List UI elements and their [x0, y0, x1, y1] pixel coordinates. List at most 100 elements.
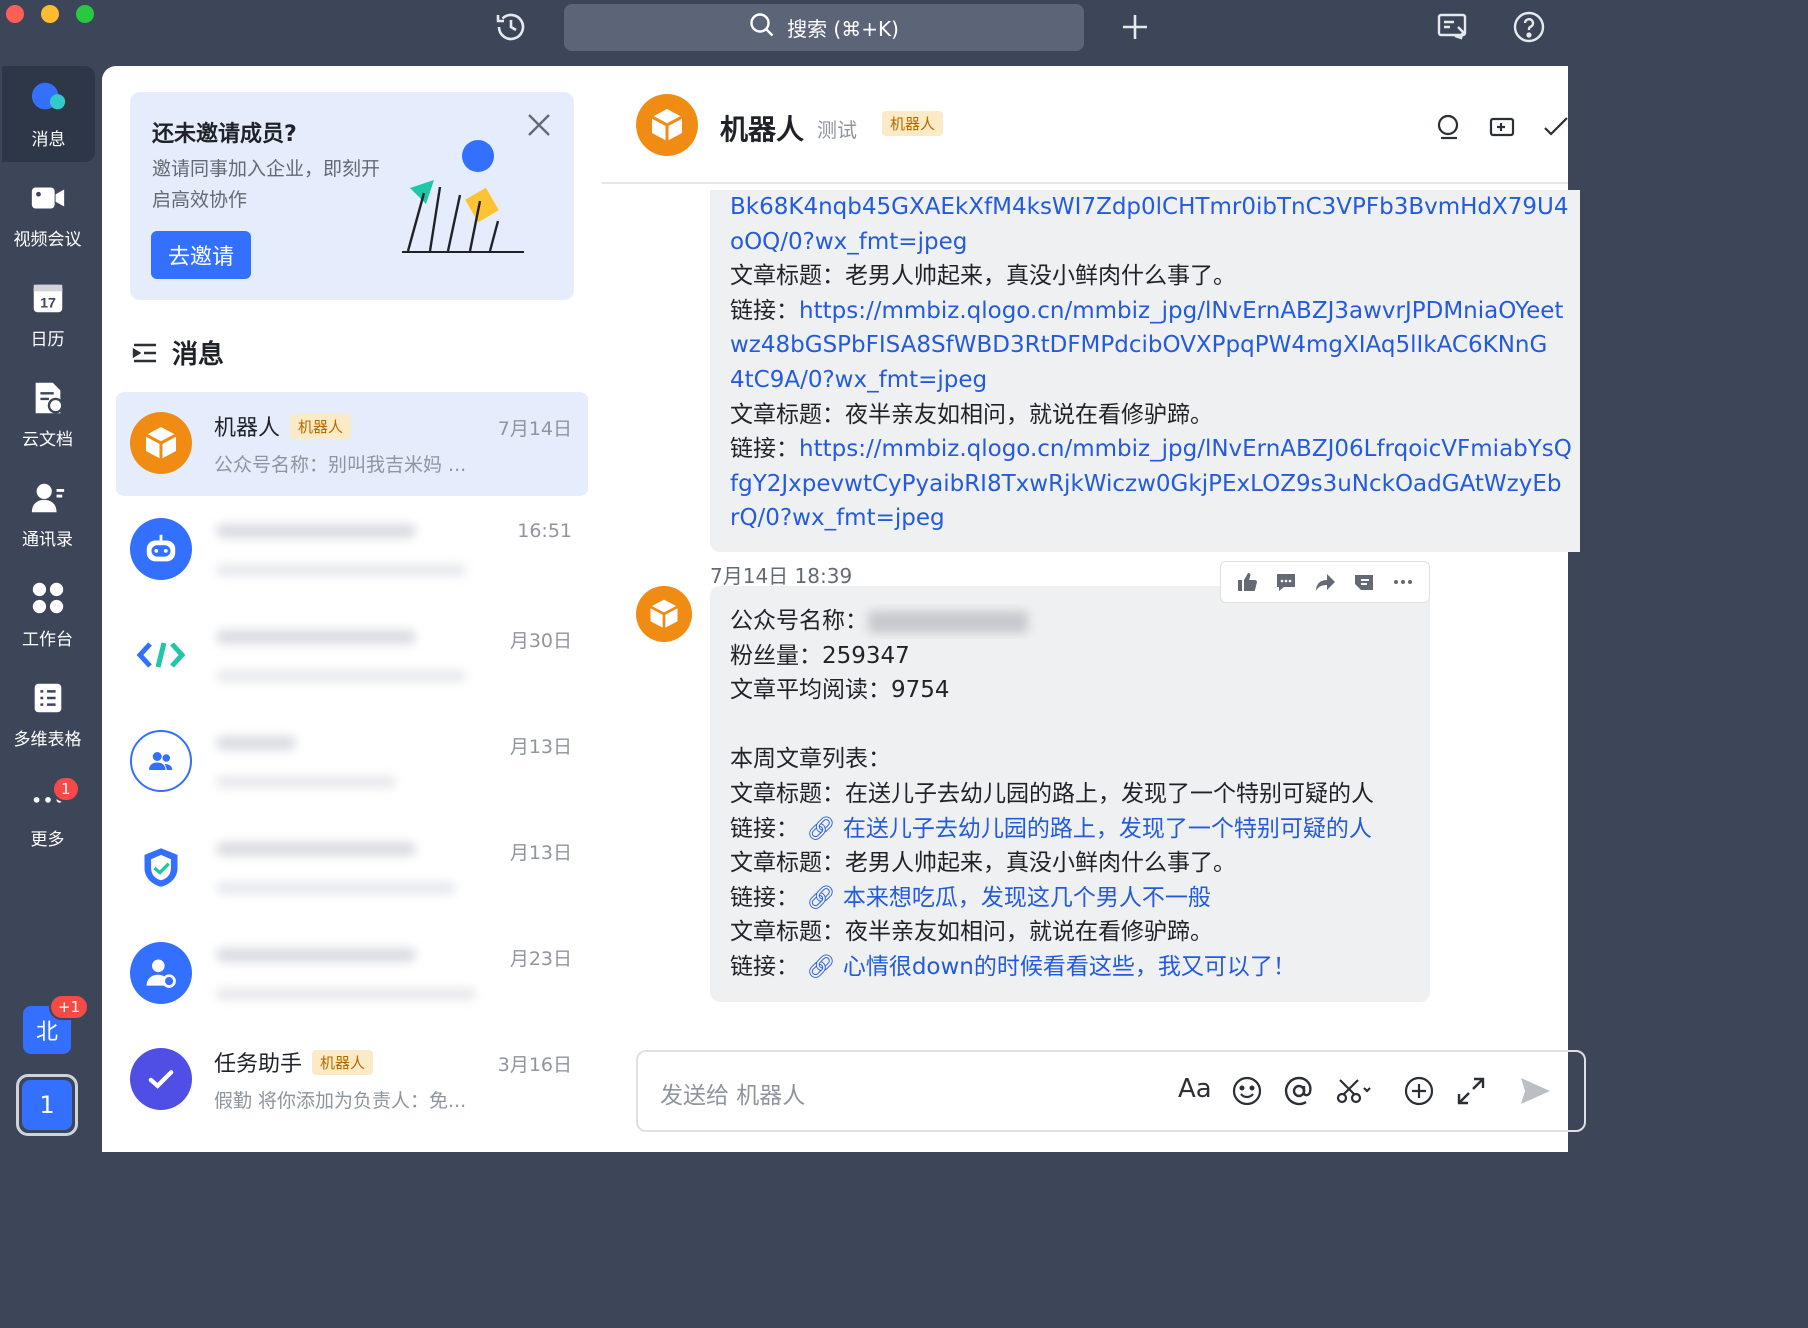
conversation-time: 月30日	[509, 630, 572, 652]
robot-avatar	[130, 518, 192, 580]
emoji-icon[interactable]	[1230, 1074, 1264, 1108]
messages-title: 消息	[172, 340, 225, 370]
group-avatar	[130, 730, 192, 792]
invite-illustration	[402, 140, 524, 253]
message-link[interactable]: Bk68K4nqb45GXAEkXfM4ksWI7Zdp0lCHTmr0ibTn…	[730, 190, 1580, 225]
nav-more[interactable]: 更多 1	[0, 766, 95, 862]
done-icon[interactable]	[1542, 112, 1572, 142]
message-text: 链接：	[730, 884, 799, 911]
link-icon: 🔗︎	[799, 815, 843, 842]
screen-share-icon[interactable]	[1436, 10, 1470, 44]
plus-icon[interactable]	[1118, 10, 1152, 44]
help-icon[interactable]	[1512, 10, 1546, 44]
conversation-item[interactable]: 机器人 机器人 7月14日 公众号名称：别叫我吉米妈 ...	[116, 392, 588, 496]
conversation-item[interactable]: 月23日	[116, 922, 588, 1026]
nav-contacts[interactable]: 通讯录	[0, 466, 95, 562]
video-camera-icon	[31, 187, 64, 208]
conversation-name: 任务助手	[214, 1052, 303, 1077]
blurred-name	[216, 948, 416, 962]
nav-video-meeting[interactable]: 视频会议	[0, 166, 95, 262]
minimize-window-button[interactable]	[41, 5, 59, 23]
article-link[interactable]: 心情很down的时候看看这些，我又可以了！	[843, 954, 1296, 980]
chat-subtitle: 测试	[817, 118, 857, 142]
forward-icon[interactable]	[1314, 571, 1336, 593]
message-link[interactable]: rQ/0?wx_fmt=jpeg	[730, 501, 1580, 536]
conversation-item[interactable]: 任务助手 机器人 3月16日 假勤 将你添加为负责人：免...	[116, 1028, 588, 1132]
nav-workspace[interactable]: 工作台	[0, 566, 95, 662]
conversation-time: 7月14日	[497, 418, 572, 440]
blurred-preview	[216, 988, 476, 1000]
conversation-item[interactable]: 月13日	[116, 710, 588, 814]
mention-icon[interactable]	[1282, 1074, 1316, 1108]
table-icon	[34, 683, 61, 712]
invite-banner: 还未邀请成员? 邀请同事加入企业，即刻开启高效协作 去邀请	[130, 92, 574, 300]
message-hover-toolbar	[1220, 561, 1430, 603]
message-input-box[interactable]: 发送给 机器人 Aa	[636, 1050, 1586, 1132]
group-icon	[149, 752, 173, 770]
message-link[interactable]: oOQ/0?wx_fmt=jpeg	[730, 225, 1580, 260]
more-icon[interactable]	[1392, 571, 1414, 593]
messages-section-header: 消息	[132, 334, 224, 371]
bot-tag: 机器人	[882, 111, 944, 136]
nav-label: 工作台	[22, 629, 73, 650]
article-link[interactable]: 在送儿子去幼儿园的路上，发现了一个特别可疑的人	[843, 816, 1372, 842]
message-link[interactable]: https://mmbiz.qlogo.cn/mmbiz_jpg/lNvErnA…	[799, 436, 1572, 462]
message-text: 文章标题：夜半亲友如相问，就说在看修驴蹄。	[730, 401, 1213, 428]
expand-icon[interactable]	[1454, 1074, 1488, 1108]
task-avatar	[130, 1048, 192, 1110]
link-icon: 🔗︎	[799, 953, 843, 980]
pin-icon[interactable]	[1353, 571, 1375, 593]
left-navigation: 消息 视频会议 17 日历 云文档 通讯录 工作台 多维表格 更多 1 北 +1…	[0, 66, 102, 1152]
message-timestamp: 7月14日 18:39	[710, 564, 853, 588]
nav-cloud-docs[interactable]: 云文档	[0, 366, 95, 462]
cloud-doc-icon	[35, 382, 63, 413]
conversation-time: 月23日	[509, 948, 572, 970]
blurred-name	[216, 842, 416, 856]
chat-avatar[interactable]	[636, 94, 698, 156]
message-avatar[interactable]	[636, 586, 692, 642]
thumbs-up-icon[interactable]	[1236, 571, 1258, 593]
message-text: 链接：	[730, 297, 799, 324]
org-avatar[interactable]: 北 +1	[23, 994, 90, 1054]
screenshot-icon[interactable]	[1334, 1074, 1371, 1108]
message-link[interactable]: 4tC9A/0?wx_fmt=jpeg	[730, 363, 1580, 398]
text-format-icon[interactable]: Aa	[1178, 1074, 1212, 1108]
shield-icon	[144, 848, 178, 887]
chat-title: 机器人	[720, 113, 805, 146]
maximize-window-button[interactable]	[76, 5, 94, 23]
message-link[interactable]: https://mmbiz.qlogo.cn/mmbiz_jpg/lNvErnA…	[799, 298, 1563, 324]
message-text: 粉丝量：259347	[730, 642, 910, 669]
nav-bitable[interactable]: 多维表格	[0, 666, 95, 762]
message-text: 公众号名称：	[730, 608, 868, 634]
message-text: 文章标题：夜半亲友如相问，就说在看修驴蹄。	[730, 919, 1213, 946]
conversation-item[interactable]: 月30日	[116, 604, 588, 708]
close-icon[interactable]	[526, 112, 552, 138]
invite-button[interactable]: 去邀请	[151, 231, 251, 279]
message-text: 文章标题：老男人帅起来，真没小鲜肉什么事了。	[730, 263, 1236, 290]
list-collapse-icon[interactable]	[132, 340, 158, 366]
reply-icon[interactable]	[1275, 571, 1297, 593]
nav-calendar[interactable]: 17 日历	[0, 266, 95, 362]
nav-messages[interactable]: 消息	[2, 66, 95, 162]
conversation-time: 3月16日	[497, 1054, 572, 1076]
message-text: 文章平均阅读：9754	[730, 677, 950, 704]
link-icon: 🔗︎	[799, 884, 843, 911]
blurred-name	[216, 736, 296, 750]
add-tab-icon[interactable]	[1488, 112, 1518, 142]
add-icon[interactable]	[1402, 1074, 1436, 1108]
admin-avatar	[130, 942, 192, 1004]
message-text: 链接：	[730, 436, 799, 463]
article-link[interactable]: 本来想吃瓜，发现这几个男人不一般	[843, 885, 1211, 911]
conversation-item[interactable]: 月13日	[116, 816, 588, 920]
history-icon[interactable]	[494, 10, 528, 44]
close-window-button[interactable]	[6, 5, 24, 23]
box-icon	[651, 109, 683, 141]
global-search-box[interactable]: 搜索 (⌘+K)	[564, 4, 1084, 51]
conversation-item[interactable]: 16:51	[116, 498, 588, 602]
message-link[interactable]: wz48bGSPbFISA8SfWBD3RtDFMPdcibOVXPpqPW4m…	[730, 328, 1580, 363]
user-avatar[interactable]: 1	[16, 1074, 78, 1136]
send-icon[interactable]	[1518, 1074, 1552, 1108]
message-link[interactable]: fgY2JxpevwtCyPyaibRI8TxwRjkWiczw0GkjPExL…	[730, 467, 1580, 502]
search-icon[interactable]	[1434, 112, 1464, 142]
